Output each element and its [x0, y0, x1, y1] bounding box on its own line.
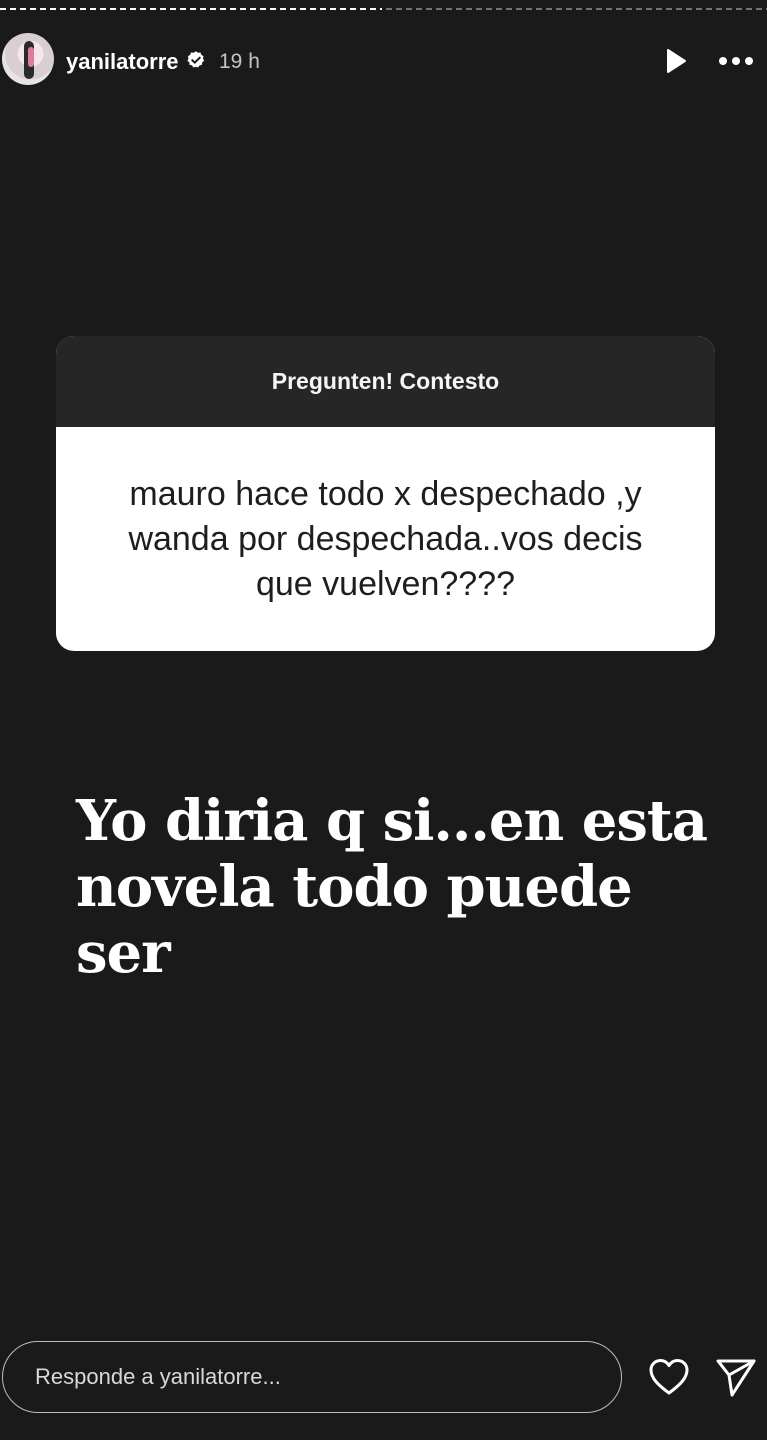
- answer-line-2: novela todo puede ser: [76, 854, 633, 986]
- story-header: yanilatorre 19 h: [0, 30, 767, 92]
- answer-line-1: Yo diria q si...en esta: [76, 788, 708, 854]
- play-icon: [667, 49, 686, 73]
- progress-segment-viewed: [0, 8, 382, 10]
- post-time: 19 h: [219, 50, 260, 73]
- send-icon: [716, 1359, 756, 1397]
- avatar-figure-accent: [28, 47, 34, 67]
- avatar[interactable]: [2, 33, 54, 85]
- question-sticker[interactable]: Pregunten! Contesto mauro hace todo x de…: [56, 336, 715, 651]
- username[interactable]: yanilatorre: [66, 49, 179, 75]
- send-button[interactable]: [714, 1355, 758, 1399]
- verified-badge-icon: [187, 51, 205, 68]
- like-button[interactable]: [648, 1357, 690, 1397]
- play-button[interactable]: [660, 45, 692, 77]
- reply-placeholder: Responde a yanilatorre...: [35, 1364, 281, 1389]
- story-progress-bar: [0, 8, 767, 12]
- reply-input[interactable]: Responde a yanilatorre...: [2, 1341, 622, 1413]
- more-options-button[interactable]: [716, 45, 756, 77]
- question-text: mauro hace todo x despechado ,y wanda po…: [128, 474, 643, 603]
- progress-segment-upcoming: [385, 8, 767, 10]
- story-viewer: yanilatorre 19 h Pregunten! Contesto mau…: [0, 0, 767, 1440]
- more-options-icon: [719, 57, 753, 65]
- heart-icon: [649, 1359, 689, 1395]
- answer-text: Yo diria q si...en esta novela todo pued…: [76, 788, 716, 986]
- question-sticker-title: Pregunten! Contesto: [56, 336, 715, 427]
